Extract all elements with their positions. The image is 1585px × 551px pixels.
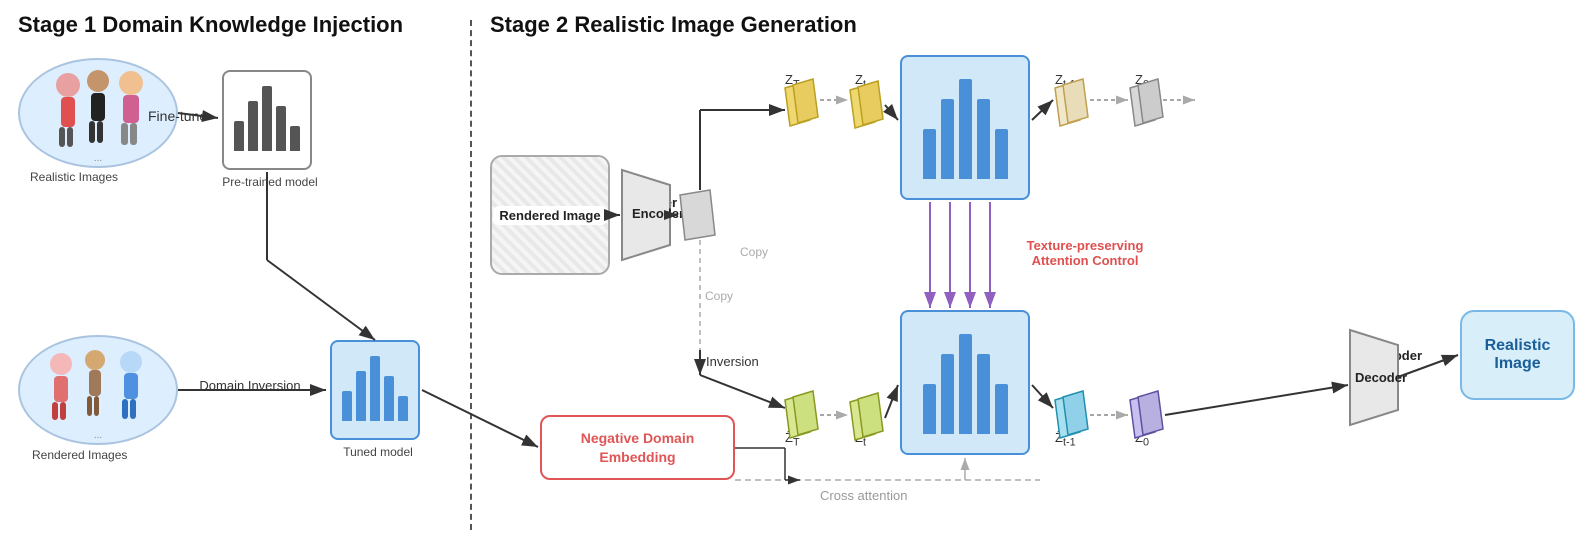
svg-text:...: ... bbox=[94, 430, 102, 440]
finetune-label: Fine-tune bbox=[148, 108, 207, 124]
z-T-label: ZT bbox=[785, 72, 800, 91]
stage-divider bbox=[470, 20, 472, 530]
svg-text:...: ... bbox=[94, 153, 102, 163]
top-unet-bars bbox=[917, 73, 1014, 183]
zh-t1-label: Ẑt-1 bbox=[1055, 430, 1076, 449]
zh-t-label: Ẑt bbox=[855, 430, 866, 449]
svg-text:Decoder: Decoder bbox=[1355, 370, 1407, 385]
zh-T-label: ẐT bbox=[785, 430, 800, 449]
bottom-unet-bars bbox=[917, 328, 1014, 438]
z-t1-label: Zt-1 bbox=[1055, 72, 1076, 91]
top-unet-box bbox=[900, 55, 1030, 200]
encoder-label: Encoder bbox=[625, 195, 677, 210]
rendered-image-box: Rendered Image bbox=[490, 155, 610, 275]
rendered-image-label: Rendered Image bbox=[493, 206, 606, 225]
stage2-label: Stage 2 Realistic Image Generation bbox=[490, 12, 857, 38]
inversion-label: Inversion bbox=[706, 354, 759, 369]
realistic-images-label: Realistic Images bbox=[30, 170, 118, 184]
pretrained-model-box bbox=[222, 70, 312, 170]
rendered-images-label: Rendered Images bbox=[32, 448, 127, 462]
copy-label: Copy bbox=[740, 245, 768, 259]
rendered-images-ellipse: ... bbox=[18, 335, 178, 445]
bottom-unet-box bbox=[900, 310, 1030, 455]
svg-text:Copy: Copy bbox=[705, 289, 733, 303]
domain-inversion-label: Domain Inversion bbox=[185, 378, 315, 395]
attention-label: Texture-preserving Attention Control bbox=[1005, 238, 1165, 268]
stage1-label: Stage 1 Domain Knowledge Injection bbox=[18, 12, 403, 38]
negative-domain-embedding-box: Negative Domain Embedding bbox=[540, 415, 735, 480]
cross-attention-label: Cross attention bbox=[820, 488, 907, 503]
decoder-label: Decoder bbox=[1370, 348, 1422, 363]
tuned-model-bars bbox=[336, 355, 414, 425]
zh-0-label: Ẑ0 bbox=[1135, 430, 1149, 449]
realistic-image-box: Realistic Image bbox=[1460, 310, 1575, 400]
pretrained-model-bars bbox=[228, 85, 306, 155]
z0-enc-label: Z0 bbox=[680, 205, 694, 224]
pretrained-model-label: Pre-trained model bbox=[205, 175, 335, 189]
z-0-label: Z0 bbox=[1135, 72, 1149, 91]
z-t-label: Zt bbox=[855, 72, 866, 91]
tuned-model-label: Tuned model bbox=[318, 445, 438, 459]
tuned-model-box bbox=[330, 340, 420, 440]
diagram: Stage 1 Domain Knowledge Injection Stage… bbox=[0, 0, 1585, 551]
